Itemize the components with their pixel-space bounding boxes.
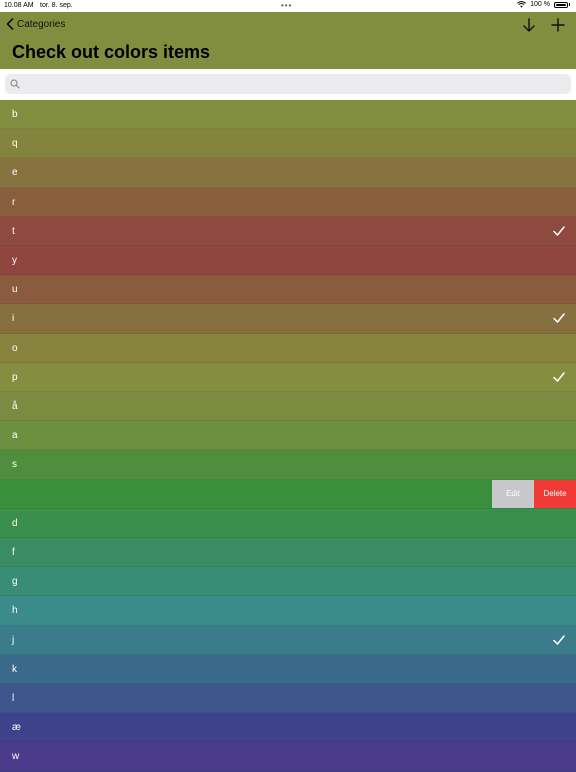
item-label: w	[12, 751, 20, 763]
page-title: Check out colors items	[12, 42, 211, 62]
list-item[interactable]: i	[0, 304, 576, 334]
checkmark-icon	[553, 313, 565, 324]
list-item[interactable]: u	[0, 275, 576, 305]
list-item[interactable]: æ	[0, 713, 576, 743]
list-item[interactable]: g	[0, 567, 576, 597]
item-label: æ	[12, 722, 21, 734]
swipe-actions: Edit Delete	[492, 479, 576, 508]
items-list[interactable]: b q e r t y u i o p å a s Edit Delete d f g h j k l æ w	[0, 100, 576, 772]
item-label: a	[12, 430, 18, 442]
item-label: y	[12, 255, 17, 266]
list-item[interactable]: b	[0, 100, 576, 130]
checkmark-icon	[553, 634, 565, 645]
item-label: f	[12, 547, 15, 558]
list-item[interactable]: j	[0, 625, 576, 655]
item-label: h	[12, 605, 18, 617]
item-label: o	[12, 342, 18, 354]
item-label: j	[12, 634, 15, 646]
back-label: Categories	[17, 18, 66, 30]
item-label: k	[12, 663, 17, 675]
list-item[interactable]: a	[0, 421, 576, 451]
status-time: 10.08 AM	[4, 2, 34, 9]
list-item[interactable]: d	[0, 508, 576, 538]
list-item[interactable]: l	[0, 684, 576, 714]
list-item[interactable]: Edit Delete	[0, 479, 576, 509]
battery-icon	[554, 1, 568, 8]
back-button[interactable]: Categories	[6, 18, 65, 30]
item-label: t	[12, 225, 15, 237]
search-input[interactable]	[24, 77, 571, 91]
status-bar: 10.08 AM tor. 8. sep. ••• 100 %	[0, 0, 576, 12]
status-right: 100 %	[517, 1, 570, 8]
search-bar[interactable]	[5, 74, 571, 94]
list-item[interactable]: q	[0, 129, 576, 159]
list-item[interactable]: h	[0, 596, 576, 626]
item-label: g	[12, 576, 18, 588]
item-label: l	[12, 693, 15, 704]
list-item[interactable]: k	[0, 654, 576, 684]
item-label: å	[12, 401, 18, 412]
search-icon	[10, 79, 20, 89]
plus-icon[interactable]	[549, 16, 567, 34]
list-item[interactable]: f	[0, 538, 576, 568]
status-date: tor. 8. sep.	[40, 2, 73, 9]
navigation-bar: Categories Check out colors items	[0, 12, 576, 69]
sort-arrow-down-icon[interactable]	[520, 16, 538, 34]
list-item[interactable]: e	[0, 158, 576, 188]
multitasking-dots-icon[interactable]: •••	[281, 1, 292, 10]
item-label: s	[12, 459, 17, 471]
list-item[interactable]: å	[0, 392, 576, 422]
list-item[interactable]: t	[0, 216, 576, 246]
delete-button[interactable]: Delete	[534, 479, 576, 508]
edit-button[interactable]: Edit	[492, 479, 534, 508]
item-label: p	[12, 371, 18, 383]
list-item[interactable]: s	[0, 450, 576, 480]
search-container	[0, 69, 576, 100]
list-item[interactable]: r	[0, 187, 576, 217]
item-label: i	[12, 313, 15, 325]
list-item[interactable]: o	[0, 333, 576, 363]
item-label: b	[12, 109, 18, 120]
item-label: e	[12, 167, 18, 179]
battery-nub	[569, 3, 570, 6]
item-label: d	[12, 517, 18, 529]
list-item[interactable]: p	[0, 362, 576, 392]
item-label: q	[12, 138, 18, 150]
item-label: r	[12, 196, 16, 208]
checkmark-icon	[553, 372, 565, 382]
wifi-icon	[517, 1, 527, 8]
checkmark-icon	[553, 226, 565, 236]
list-item[interactable]: y	[0, 246, 576, 276]
item-label: u	[12, 284, 18, 296]
battery-percent: 100 %	[530, 1, 550, 8]
chevron-left-icon	[6, 18, 14, 30]
list-item[interactable]: w	[0, 742, 576, 772]
